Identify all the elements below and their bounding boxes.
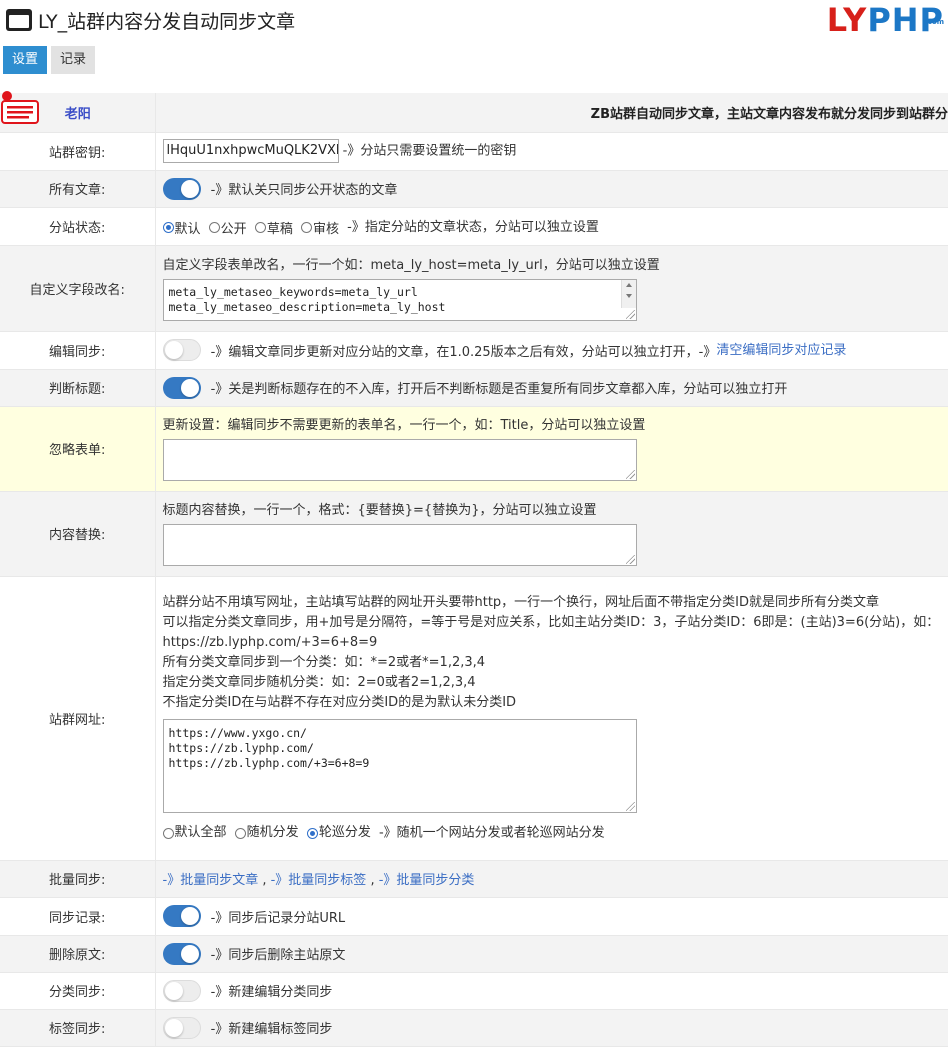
resize-grip-icon[interactable]	[626, 555, 635, 564]
site-urls-textarea[interactable]: https://www.yxgo.cn/ https://zb.lyphp.co…	[163, 719, 637, 813]
dist-radio-all[interactable]	[163, 828, 174, 839]
key-input[interactable]: lHquU1nxhpwcMuQLK2VXkq	[163, 139, 339, 163]
status-option-label: 审核	[313, 222, 339, 237]
branch-status-hint: -》指定分站的文章状态，分站可以独立设置	[347, 220, 599, 235]
row-delete-source: 删除原文: -》同步后删除主站原文	[0, 935, 948, 972]
settings-form: 老阳 ZB站群自动同步文章，主站文章内容发布就分发同步到站群分 站群密钥: lH…	[0, 93, 948, 1047]
resize-grip-icon[interactable]	[626, 310, 635, 319]
all-articles-hint: -》默认关只同步公开状态的文章	[211, 183, 398, 198]
ignore-forms-desc: 更新设置：编辑同步不需要更新的表单名，一行一个，如：Title，分站可以独立设置	[163, 416, 948, 436]
plugin-description: ZB站群自动同步文章，主站文章内容发布就分发同步到站群分	[155, 93, 948, 132]
batch-sync-categories-link[interactable]: -》批量同步分类	[379, 873, 475, 888]
row-sync-log: 同步记录: -》同步后记录分站URL	[0, 897, 948, 935]
textarea-scrollbar[interactable]	[621, 280, 636, 308]
row-branch-status: 分站状态: 默认 公开 草稿 审核 -》指定分站的文章状态，分站可以独立设置	[0, 207, 948, 245]
batch-sync-tags-link[interactable]: -》批量同步标签	[271, 873, 367, 888]
row-category-sync: 分类同步: -》新建编辑分类同步	[0, 972, 948, 1009]
title-check-hint: -》关是判断标题存在的不入库，打开后不判断标题是否重复所有同步文章都入库，分站可…	[211, 382, 788, 397]
desc-line: 所有分类文章同步到一个分类：如：*=2或者*=1,2,3,4	[163, 653, 948, 673]
author-name: 老阳	[65, 107, 91, 122]
scroll-down-icon[interactable]	[626, 294, 632, 298]
desc-line: https://zb.lyphp.com/+3=6+8=9	[163, 633, 948, 653]
label-title-check: 判断标题:	[0, 369, 155, 406]
status-radio-default[interactable]	[163, 222, 174, 233]
label-all-articles: 所有文章:	[0, 170, 155, 207]
label-delete-source: 删除原文:	[0, 935, 155, 972]
edit-sync-toggle[interactable]	[163, 339, 201, 361]
label-sync-log: 同步记录:	[0, 897, 155, 935]
tag-sync-toggle[interactable]	[163, 1017, 201, 1039]
label-category-sync: 分类同步:	[0, 972, 155, 1009]
clear-edit-sync-link[interactable]: 清空编辑同步对应记录	[716, 343, 846, 358]
status-radio-review[interactable]	[301, 222, 312, 233]
page-title: LY_站群内容分发自动同步文章	[38, 7, 295, 34]
ignore-forms-textarea[interactable]	[163, 439, 637, 481]
key-hint: -》分站只需要设置统一的密钥	[343, 144, 517, 159]
row-content-replace: 内容替换: 标题内容替换，一行一个，格式：{要替换}={替换为}，分站可以独立设…	[0, 491, 948, 576]
status-option-label: 草稿	[267, 222, 293, 237]
label-site-urls: 站群网址:	[0, 576, 155, 860]
content-replace-textarea[interactable]	[163, 524, 637, 566]
label-edit-sync: 编辑同步:	[0, 331, 155, 369]
desc-line: 可以指定分类文章同步，用+加号是分隔符，=等于号是对应关系，比如主站分类ID：3…	[163, 613, 948, 633]
row-title-check: 判断标题: -》关是判断标题存在的不入库，打开后不判断标题是否重复所有同步文章都…	[0, 369, 948, 406]
status-option-label: 公开	[221, 222, 247, 237]
content-replace-desc: 标题内容替换，一行一个，格式：{要替换}={替换为}，分站可以独立设置	[163, 501, 948, 521]
tab-bar: 设置 记录	[3, 46, 95, 74]
sync-log-hint: -》同步后记录分站URL	[211, 911, 345, 926]
status-radio-public[interactable]	[209, 222, 220, 233]
row-tag-sync: 标签同步: -》新建编辑标签同步	[0, 1009, 948, 1046]
desc-line: 不指定分类ID在与站群不存在对应分类ID的是为默认未分类ID	[163, 693, 948, 713]
lyphp-logo: LYPHP .com	[827, 2, 944, 38]
distribution-options: 默认全部 随机分发 轮巡分发 -》随机一个网站分发或者轮巡网站分发	[163, 824, 948, 843]
edit-sync-hint: -》编辑文章同步更新对应分站的文章，在1.0.25版本之后有效，分站可以独立打开…	[211, 345, 717, 360]
row-edit-sync: 编辑同步: -》编辑文章同步更新对应分站的文章，在1.0.25版本之后有效，分站…	[0, 331, 948, 369]
delete-source-toggle[interactable]	[163, 943, 201, 965]
site-urls-desc: 站群分站不用填写网址，主站填写站群的网址开头要带http，一行一个换行，网址后面…	[163, 593, 948, 713]
label-ignore-forms: 忽略表单:	[0, 406, 155, 491]
dist-radio-random[interactable]	[235, 828, 246, 839]
delete-source-hint: -》同步后删除主站原文	[211, 948, 346, 963]
status-radio-draft[interactable]	[255, 222, 266, 233]
title-check-toggle[interactable]	[163, 377, 201, 399]
all-articles-toggle[interactable]	[163, 178, 201, 200]
row-custom-fields: 自定义字段改名: 自定义字段表单改名，一行一个如：meta_ly_host=me…	[0, 245, 948, 331]
tag-sync-hint: -》新建编辑标签同步	[211, 1022, 333, 1037]
label-branch-status: 分站状态:	[0, 207, 155, 245]
label-batch-sync: 批量同步:	[0, 860, 155, 897]
desc-line: 站群分站不用填写网址，主站填写站群的网址开头要带http，一行一个换行，网址后面…	[163, 593, 948, 613]
label-tag-sync: 标签同步:	[0, 1009, 155, 1046]
row-all-articles: 所有文章: -》默认关只同步公开状态的文章	[0, 170, 948, 207]
window-icon	[6, 9, 32, 31]
label-key: 站群密钥:	[0, 132, 155, 170]
resize-grip-icon[interactable]	[626, 802, 635, 811]
custom-fields-textarea[interactable]: meta_ly_metaseo_keywords=meta_ly_url met…	[163, 279, 637, 321]
row-batch-sync: 批量同步: -》批量同步文章 , -》批量同步标签 , -》批量同步分类	[0, 860, 948, 897]
scroll-up-icon[interactable]	[626, 283, 632, 287]
label-content-replace: 内容替换:	[0, 491, 155, 576]
label-custom-fields: 自定义字段改名:	[0, 245, 155, 331]
status-option-label: 默认	[175, 222, 201, 237]
dist-option-label: 轮巡分发	[319, 825, 371, 840]
dist-radio-round-robin[interactable]	[307, 828, 318, 839]
page-header: LY_站群内容分发自动同步文章 LYPHP .com	[0, 0, 948, 42]
category-sync-hint: -》新建编辑分类同步	[211, 985, 333, 1000]
batch-sync-articles-link[interactable]: -》批量同步文章	[163, 873, 259, 888]
custom-fields-desc: 自定义字段表单改名，一行一个如：meta_ly_host=meta_ly_url…	[163, 256, 948, 276]
row-ignore-forms: 忽略表单: 更新设置：编辑同步不需要更新的表单名，一行一个，如：Title，分站…	[0, 406, 948, 491]
tab-records[interactable]: 记录	[51, 46, 95, 74]
dist-option-label: 默认全部	[175, 825, 227, 840]
category-sync-toggle[interactable]	[163, 980, 201, 1002]
desc-line: 指定分类文章同步随机分类：如：2=0或者2=1,2,3,4	[163, 673, 948, 693]
tab-settings[interactable]: 设置	[3, 46, 47, 74]
resize-grip-icon[interactable]	[626, 470, 635, 479]
sync-log-toggle[interactable]	[163, 905, 201, 927]
author-row: 老阳 ZB站群自动同步文章，主站文章内容发布就分发同步到站群分	[0, 93, 948, 132]
dist-hint: -》随机一个网站分发或者轮巡网站分发	[379, 826, 605, 841]
row-site-urls: 站群网址: 站群分站不用填写网址，主站填写站群的网址开头要带http，一行一个换…	[0, 576, 948, 860]
dist-option-label: 随机分发	[247, 825, 299, 840]
row-key: 站群密钥: lHquU1nxhpwcMuQLK2VXkq -》分站只需要设置统一…	[0, 132, 948, 170]
menu-avatar-icon	[0, 91, 40, 127]
